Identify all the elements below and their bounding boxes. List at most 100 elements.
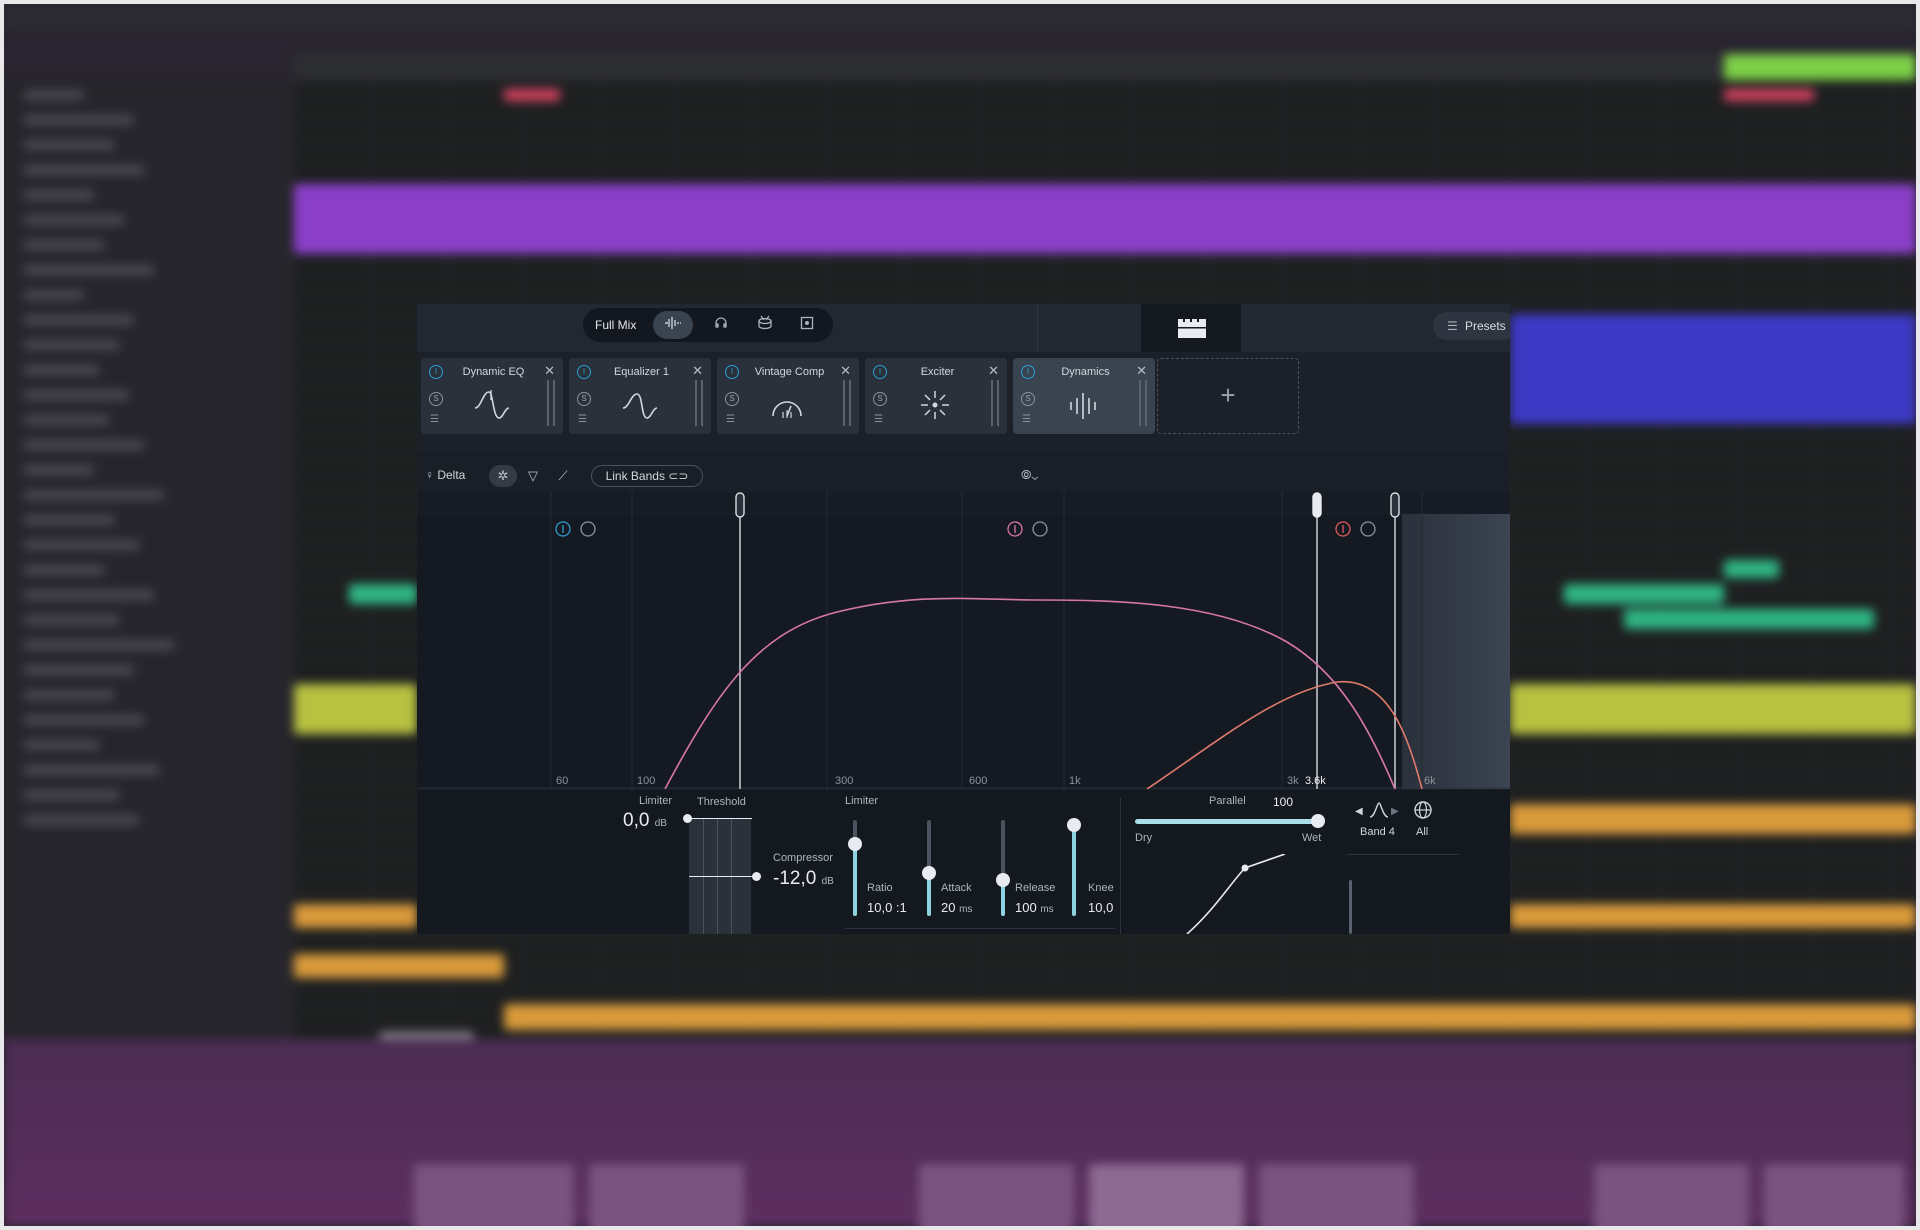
module-slot-2[interactable]: I Equalizer 1 ✕ S ☰ [569, 358, 711, 434]
close-icon[interactable]: ✕ [1136, 363, 1147, 379]
link-icon: ⊂⊃ [668, 469, 689, 483]
band-curve-tool-icon[interactable]: ⟋ [549, 465, 577, 487]
dry-label: Dry [1135, 832, 1153, 844]
band-tool-group: ✲ ▽ ⟋ [489, 465, 579, 487]
ratio-label: Ratio [867, 882, 893, 894]
module-power-icon[interactable]: I [429, 365, 443, 379]
equalizer-icon [622, 393, 658, 419]
limiter-slider[interactable] [848, 820, 862, 916]
module-solo-icon[interactable]: S [725, 392, 739, 406]
module-list-icon[interactable]: ☰ [430, 414, 439, 425]
close-icon[interactable]: ✕ [988, 363, 999, 379]
knee-value[interactable]: 10,0 [1088, 900, 1113, 915]
module-slot-1[interactable]: I Dynamic EQ ✕ S ☰ [421, 358, 563, 434]
band-select-tool-icon[interactable]: ✲ [489, 465, 517, 487]
compressor-threshold-handle[interactable] [752, 872, 761, 881]
ratio-value[interactable]: 10,0 :1 [867, 900, 907, 915]
prev-band-icon[interactable]: ◀ [1355, 806, 1363, 817]
daw-menubar [4, 4, 1916, 30]
module-output-meter [547, 380, 555, 426]
parallel-slider[interactable] [1135, 814, 1325, 828]
crossover-3-handle [1390, 492, 1400, 518]
parallel-slider-knob[interactable] [1311, 814, 1325, 828]
module-slot-5[interactable]: I Dynamics ✕ S ☰ [1013, 358, 1155, 434]
stereo-rings-icon: ⦾ [1021, 467, 1032, 482]
dynamics-plugin-window: Full Mix ☰ Presets I Dynamic EQ ✕ S ☰ I … [417, 304, 1510, 934]
close-icon[interactable]: ✕ [692, 363, 703, 379]
module-slot-4[interactable]: I Exciter ✕ S ☰ [865, 358, 1007, 434]
presets-button[interactable]: ☰ Presets [1433, 312, 1510, 340]
parallel-label: Parallel [1209, 795, 1246, 807]
globe-icon[interactable] [1413, 800, 1433, 823]
module-name: Equalizer 1 [613, 366, 670, 378]
waveform-mode-button[interactable] [653, 311, 693, 339]
wet-label: Wet [1302, 832, 1322, 844]
module-solo-icon[interactable]: S [873, 392, 887, 406]
limiter-value[interactable]: 0,0 dB [623, 810, 667, 832]
screen: Full Mix ☰ Presets I Dynamic EQ ✕ S ☰ I … [4, 4, 1916, 1226]
release-label: Release [1015, 882, 1056, 894]
daw-track-list [4, 80, 294, 1035]
band-3-curve [664, 597, 1396, 789]
module-grid-icon [1178, 319, 1206, 338]
close-icon[interactable]: ✕ [840, 363, 851, 379]
module-output-meter [843, 380, 851, 426]
headphone-vocal-icon [715, 317, 727, 328]
module-name: Vintage Comp [754, 366, 825, 378]
limiter-threshold-handle[interactable] [683, 814, 692, 823]
ratio-slider[interactable] [922, 820, 936, 916]
module-list-icon[interactable]: ☰ [726, 414, 735, 425]
all-bands-label[interactable]: All [1416, 826, 1428, 838]
module-power-icon[interactable]: I [1021, 365, 1035, 379]
module-output-meter [1139, 380, 1147, 426]
release-value[interactable]: 100 ms [1015, 900, 1054, 915]
module-solo-icon[interactable]: S [429, 392, 443, 406]
dynamic-eq-icon [474, 390, 510, 419]
transfer-curve [1185, 853, 1286, 934]
module-list-icon[interactable]: ☰ [874, 414, 883, 425]
full-mix-label[interactable]: Full Mix [595, 318, 636, 332]
module-power-icon[interactable]: I [725, 365, 739, 379]
freq-label-600: 600 [969, 775, 988, 787]
compressor-value[interactable]: -12,0 dB [773, 868, 834, 890]
module-solo-icon[interactable]: S [577, 392, 591, 406]
module-list-icon[interactable]: ☰ [1022, 414, 1031, 425]
list-icon: ☰ [1447, 319, 1458, 333]
band-shape-icon [1369, 802, 1389, 821]
module-name: Dynamic EQ [462, 366, 525, 378]
attack-value[interactable]: 20 ms [941, 900, 972, 915]
crossover-graph[interactable]: 60 100 300 600 1k 3k 3.6k 6k [417, 492, 1510, 789]
module-slot-3[interactable]: I Vintage Comp ✕ S ☰ [717, 358, 859, 434]
instrument-mode-button[interactable] [787, 311, 827, 339]
band-draw-tool-icon[interactable]: ▽ [519, 465, 547, 487]
module-power-icon[interactable]: I [577, 365, 591, 379]
vintage-comp-icon [772, 401, 802, 418]
ear-icon: ♀︎ [425, 468, 434, 482]
exciter-icon [921, 391, 949, 419]
band-4-region [1402, 514, 1510, 789]
stereo-mode-dropdown[interactable]: ⦾⌄ [1021, 467, 1038, 483]
threshold-meter[interactable] [683, 814, 761, 934]
crossover-readout: 3.6k [1305, 775, 1326, 787]
freq-label-60: 60 [556, 775, 569, 787]
module-list-icon[interactable]: ☰ [578, 414, 587, 425]
band-4-toggles [1335, 521, 1376, 537]
next-band-icon[interactable]: ▶ [1391, 806, 1399, 817]
module-name: Exciter [920, 366, 955, 378]
module-view-button[interactable] [1141, 304, 1241, 352]
delta-button[interactable]: ♀︎ Delta [425, 468, 465, 482]
module-solo-icon[interactable]: S [1021, 392, 1035, 406]
link-bands-button[interactable]: Link Bands ⊂⊃ [591, 465, 703, 487]
module-power-icon[interactable]: I [873, 365, 887, 379]
release-slider[interactable] [996, 820, 1010, 916]
knee-slider[interactable] [1067, 817, 1081, 916]
drums-mode-button[interactable] [745, 311, 785, 339]
attack-label: Attack [941, 882, 972, 894]
vocal-mode-button[interactable] [701, 311, 741, 339]
crossover-1-handle [735, 492, 745, 518]
add-module-button[interactable]: + [1157, 358, 1299, 434]
close-icon[interactable]: ✕ [544, 363, 555, 379]
gain-meter [1349, 880, 1352, 934]
limiter-label: Limiter [845, 795, 879, 807]
freq-label-300: 300 [835, 775, 854, 787]
